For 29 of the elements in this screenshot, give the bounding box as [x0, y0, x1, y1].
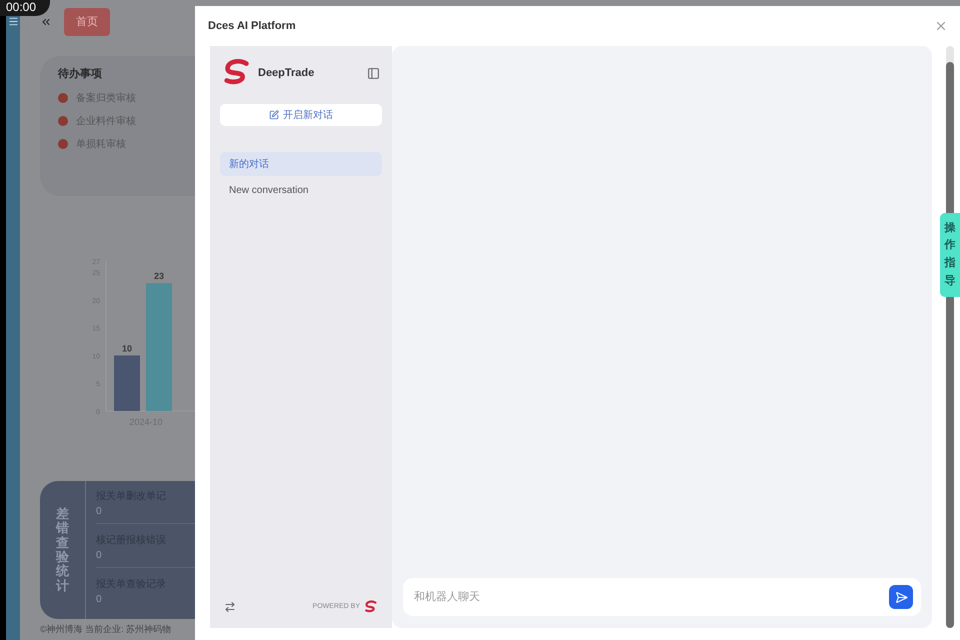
- stats-value: 0: [96, 505, 103, 520]
- conversation-item[interactable]: 新的对话: [220, 152, 382, 176]
- brand-name: DeepTrade: [258, 66, 314, 81]
- powered-logo-icon: [364, 600, 378, 614]
- chart-bar: [114, 355, 140, 411]
- todo-title: 待办事项: [58, 66, 103, 82]
- send-icon: [894, 590, 908, 604]
- footer-text: ©神州博海 当前企业: 苏州神码物: [40, 623, 172, 636]
- new-chat-button[interactable]: 开启新对话: [220, 104, 382, 126]
- close-icon[interactable]: [934, 19, 948, 33]
- timer-badge: 00:00: [0, 0, 50, 16]
- bar-value-label: 23: [154, 271, 164, 282]
- send-button[interactable]: [889, 585, 913, 609]
- guide-side-tab[interactable]: 操作指导: [940, 213, 960, 297]
- todo-item[interactable]: 单损耗审核: [76, 136, 126, 152]
- chat-input-field[interactable]: 和机器人聊天: [403, 578, 921, 616]
- stats-value: 0: [96, 592, 103, 607]
- home-button[interactable]: 首页: [64, 8, 110, 36]
- stats-title: 差错查验统计: [56, 507, 69, 593]
- bar-value-label: 10: [122, 343, 132, 354]
- sidebar-toggle-icon[interactable]: [367, 66, 380, 80]
- menu-icon[interactable]: [8, 16, 18, 27]
- todo-item[interactable]: 企业料件审核: [76, 114, 136, 128]
- modal-title: Dces AI Platform: [208, 18, 296, 34]
- todo-item[interactable]: 备案归类审核: [76, 90, 136, 106]
- stats-value: 0: [96, 548, 103, 563]
- collapse-icon[interactable]: [40, 16, 52, 28]
- conversation-item[interactable]: New conversation: [220, 178, 382, 202]
- edit-icon: [269, 110, 279, 120]
